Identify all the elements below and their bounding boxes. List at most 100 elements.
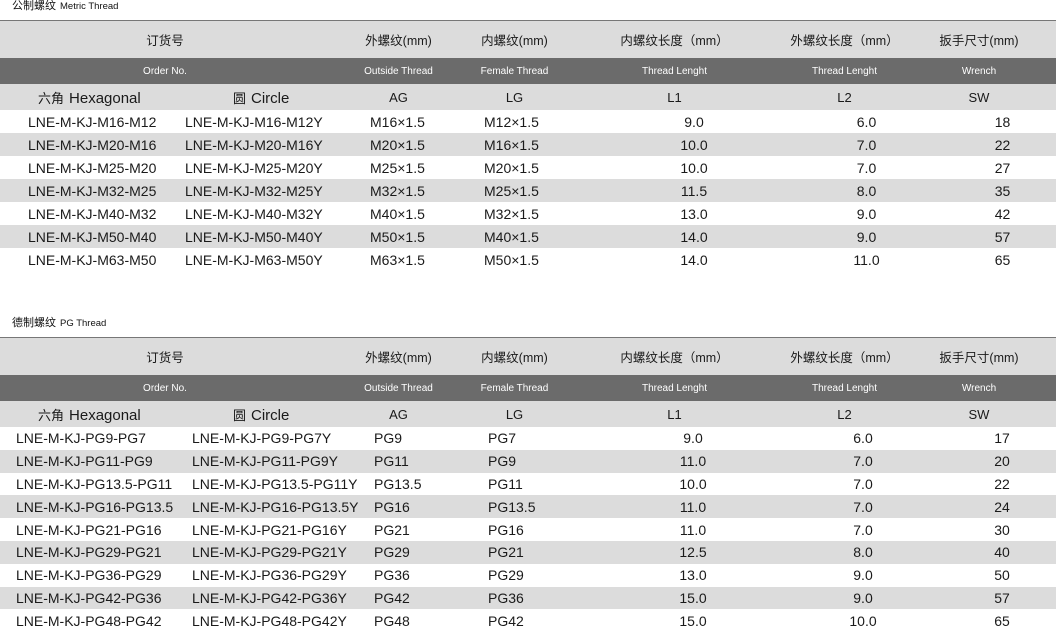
order-hexagonal-cell: LNE-M-KJ-M25-M20: [28, 159, 157, 176]
inner-length-cell: 10.0: [679, 475, 707, 492]
female-thread-cell: PG7: [488, 430, 517, 447]
header-outside-cn: 外螺纹(mm): [365, 351, 432, 365]
header-hex-en: Hexagonal: [69, 406, 141, 424]
table-row: LNE-M-KJ-M63-M50 LNE-M-KJ-M63-M50Y M63×1.5…: [0, 248, 1056, 271]
female-thread-cell: PG29: [488, 567, 524, 584]
header-outside-cn: 外螺纹(mm): [365, 34, 432, 48]
outer-length-cell: 7.0: [856, 136, 877, 153]
metric-thread-section: 公制螺纹 Metric Thread 订货号 外螺纹(mm) 内螺纹(mm) 内螺纹长度（…: [0, 0, 1056, 271]
outside-thread-cell: M63×1.5: [370, 251, 425, 268]
female-thread-cell: M25×1.5: [484, 182, 539, 199]
section-title-en: PG Thread: [60, 318, 107, 329]
wrench-size-cell: 40: [994, 544, 1010, 561]
table-row: LNE-M-KJ-PG13.5-PG11 LNE-M-KJ-PG13.5-PG11…: [0, 473, 1056, 496]
wrench-size-cell: 20: [994, 453, 1010, 470]
female-thread-cell: M40×1.5: [484, 228, 539, 245]
header-inside-en: Female Thread: [480, 65, 549, 77]
female-thread-cell: PG13.5: [488, 498, 536, 515]
section-title-cn: 德制螺纹: [12, 317, 56, 329]
order-hexagonal-cell: LNE-M-KJ-M32-M25: [28, 182, 157, 199]
table-row: LNE-M-KJ-PG29-PG21 LNE-M-KJ-PG29-PG21Y PG2…: [0, 540, 1056, 564]
female-thread-cell: M32×1.5: [484, 205, 539, 222]
order-circle-cell: LNE-M-KJ-PG16-PG13.5Y: [192, 498, 359, 515]
header-circle-en: Circle: [251, 89, 290, 107]
female-thread-cell: M20×1.5: [484, 159, 539, 176]
wrench-size-cell: 35: [994, 182, 1011, 199]
wrench-size-cell: 30: [994, 521, 1010, 538]
order-hexagonal-cell: LNE-M-KJ-M16-M12: [28, 113, 157, 130]
table-row: LNE-M-KJ-M50-M40 LNE-M-KJ-M50-M40Y M50×1.5…: [0, 225, 1056, 248]
order-circle-cell: LNE-M-KJ-M20-M16Y: [185, 136, 323, 153]
outer-length-cell: 11.0: [853, 251, 880, 268]
header-inside-cn: 内螺纹(mm): [481, 351, 548, 365]
header-outer-len_cn: 外螺纹长度（mm）: [790, 351, 899, 365]
order-circle-cell: LNE-M-KJ-M63-M50Y: [185, 251, 323, 268]
order-hexagonal-cell: LNE-M-KJ-PG29-PG21: [16, 544, 162, 561]
table-row: LNE-M-KJ-M40-M32 LNE-M-KJ-M40-M32Y M40×1.5…: [0, 202, 1056, 225]
header-outside-en: Outside Thread: [364, 65, 433, 77]
header-ag: AG: [389, 406, 408, 422]
outer-length-cell: 7.0: [853, 498, 873, 515]
outside-thread-cell: M25×1.5: [370, 159, 425, 176]
header-circle-en: Circle: [251, 406, 290, 424]
outside-thread-cell: M16×1.5: [370, 113, 425, 130]
table-row: LNE-M-KJ-PG9-PG7 LNE-M-KJ-PG9-PG7Y PG9 PG7 9…: [0, 427, 1056, 450]
female-thread-cell: PG11: [488, 475, 523, 492]
header-l2: L2: [837, 406, 852, 422]
inner-length-cell: 10.0: [680, 136, 708, 153]
outside-thread-cell: PG16: [374, 498, 410, 515]
order-hexagonal-cell: LNE-M-KJ-PG21-PG16: [16, 521, 162, 538]
inner-length-cell: 11.0: [679, 453, 707, 470]
header-hexagonal: 六角 Hexagonal: [0, 405, 185, 424]
outer-length-cell: 6.0: [853, 430, 873, 447]
header-l2: L2: [837, 89, 852, 105]
order-circle-cell: LNE-M-KJ-M16-M12Y: [185, 113, 323, 130]
order-hexagonal-cell: LNE-M-KJ-M63-M50: [28, 251, 157, 268]
table-row: LNE-M-KJ-PG36-PG29 LNE-M-KJ-PG36-PG29Y PG3…: [0, 564, 1056, 587]
outer-length-cell: 9.0: [853, 589, 873, 606]
header-order-cn: 订货号: [146, 34, 184, 48]
outer-length-cell: 10.0: [849, 612, 877, 629]
order-hexagonal-cell: LNE-M-KJ-PG42-PG36: [16, 589, 162, 606]
header-ag: AG: [389, 89, 408, 105]
outer-length-cell: 6.0: [856, 113, 877, 130]
order-circle-cell: LNE-M-KJ-M32-M25Y: [185, 182, 323, 199]
order-circle-cell: LNE-M-KJ-PG9-PG7Y: [192, 430, 332, 447]
header-row-en: Order No. Outside Thread Female Thread Thre…: [0, 375, 1056, 401]
order-circle-cell: LNE-M-KJ-PG29-PG21Y: [192, 544, 347, 561]
inner-length-cell: 14.0: [680, 251, 708, 268]
header-row-en: Order No. Outside Thread Female Thread Thre…: [0, 58, 1056, 84]
header-circle: 圆 Circle: [185, 88, 330, 107]
outer-length-cell: 7.0: [853, 453, 873, 470]
order-circle-cell: LNE-M-KJ-PG42-PG36Y: [192, 589, 347, 606]
header-inner-len_cn: 内螺纹长度（mm）: [620, 34, 729, 48]
inner-length-cell: 13.0: [679, 567, 707, 584]
outside-thread-cell: PG11: [374, 453, 409, 470]
header-l1: L1: [667, 406, 682, 422]
header-sw: SW: [968, 89, 990, 105]
outside-thread-cell: M40×1.5: [370, 205, 425, 222]
order-hexagonal-cell: LNE-M-KJ-PG9-PG7: [16, 430, 146, 447]
order-circle-cell: LNE-M-KJ-PG11-PG9Y: [192, 453, 338, 470]
outer-length-cell: 7.0: [853, 521, 873, 538]
table-row: LNE-M-KJ-M16-M12 LNE-M-KJ-M16-M12Y M16×1.5…: [0, 110, 1056, 133]
header-wrench-cn: 扳手尺寸(mm): [939, 351, 1019, 365]
section-title: 德制螺纹 PG Thread: [0, 317, 1056, 337]
order-circle-cell: LNE-M-KJ-PG13.5-PG11Y: [192, 475, 358, 492]
header-circle-cn: 圆: [233, 90, 247, 106]
inner-length-cell: 9.0: [683, 430, 703, 447]
section-title-en: Metric Thread: [60, 1, 119, 12]
header-wrench-en: Wrench: [961, 65, 997, 77]
outside-thread-cell: PG21: [374, 521, 410, 538]
outer-length-cell: 9.0: [856, 205, 877, 222]
header-inside-cn: 内螺纹(mm): [481, 34, 548, 48]
wrench-size-cell: 22: [994, 136, 1011, 153]
header-l1: L1: [667, 89, 682, 105]
wrench-size-cell: 57: [994, 228, 1011, 245]
inner-length-cell: 10.0: [680, 159, 708, 176]
wrench-size-cell: 24: [994, 498, 1010, 515]
order-circle-cell: LNE-M-KJ-M50-M40Y: [185, 228, 323, 245]
outside-thread-cell: PG36: [374, 567, 410, 584]
header-circle: 圆 Circle: [185, 405, 330, 424]
header-outer-len_cn: 外螺纹长度（mm）: [790, 34, 899, 48]
